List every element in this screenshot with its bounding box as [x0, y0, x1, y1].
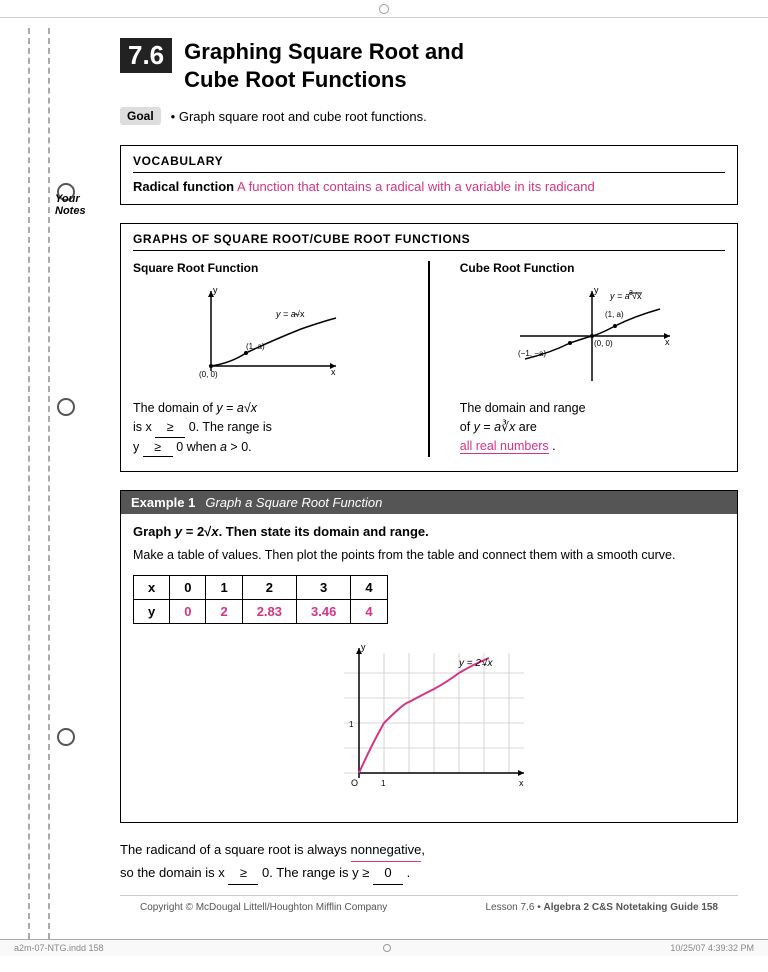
svg-text:y = 2: y = 2	[458, 658, 481, 669]
graphs-content: Square Root Function y	[133, 261, 725, 457]
section-title: Graphing Square Root and Cube Root Funct…	[184, 38, 464, 93]
bottom-bar-right: 10/25/07 4:39:32 PM	[670, 943, 754, 953]
cube-root-svg: y x (0, 0) (−1, −a) (1, a)	[510, 281, 675, 391]
vocab-title: VOCABULARY	[133, 154, 725, 173]
example1-title: Graph a Square Root Function	[205, 495, 382, 510]
footer-right: Lesson 7.6 • Algebra 2 C&S Notetaking Gu…	[486, 902, 719, 913]
top-center-dot	[379, 4, 389, 14]
circle-marker-2	[57, 398, 75, 416]
example1-problem: Graph y = 2√x. Then state its domain and…	[133, 524, 725, 539]
bottom-bar: a2m-07-NTG.indd 158 10/25/07 4:39:32 PM	[0, 939, 768, 956]
table-header-x: x	[134, 575, 170, 599]
svg-text:x: x	[665, 337, 670, 347]
sq-domain-blank: ≥	[155, 418, 185, 438]
svg-text:y = a: y = a	[609, 291, 630, 301]
cube-root-graph: y x (0, 0) (−1, −a) (1, a)	[460, 281, 725, 391]
svg-text:O: O	[351, 778, 358, 788]
svg-text:(0, 0): (0, 0)	[594, 339, 613, 348]
table-header-4: 4	[351, 575, 387, 599]
footer: Copyright © McDougal Littell/Houghton Mi…	[120, 895, 738, 919]
vocab-term: Radical function	[133, 179, 234, 194]
dashed-line-left	[28, 28, 30, 939]
bottom-bar-dot	[383, 944, 391, 952]
page-wrapper: Your Notes 7.6 Graphing Square Root and …	[0, 0, 768, 972]
your-notes-label: Your Notes	[55, 193, 110, 217]
example1-header: Example 1 Graph a Square Root Function	[121, 491, 737, 514]
graphs-divider	[428, 261, 430, 457]
content-area: Your Notes 7.6 Graphing Square Root and …	[0, 18, 768, 939]
graphs-title: GRAPHS OF SQUARE ROOT/CUBE ROOT FUNCTION…	[133, 232, 725, 251]
main-content: 7.6 Graphing Square Root and Cube Root F…	[110, 28, 768, 939]
values-table: x 0 1 2 3 4 y 0	[133, 575, 388, 624]
svg-text:y: y	[213, 285, 218, 295]
table-header-1: 1	[206, 575, 242, 599]
domain-ineq-blank: ≥	[228, 862, 258, 885]
table-header-2: 2	[242, 575, 296, 599]
graphs-box: GRAPHS OF SQUARE ROOT/CUBE ROOT FUNCTION…	[120, 223, 738, 472]
svg-text:√x: √x	[482, 657, 493, 669]
goal-line: Goal • Graph square root and cube root f…	[120, 107, 738, 125]
vocab-definition: A function that contains a radical with …	[237, 179, 595, 194]
goal-text: • Graph square root and cube root functi…	[171, 109, 427, 124]
sq-range-blank: ≥	[143, 438, 173, 458]
example1-box: Example 1 Graph a Square Root Function G…	[120, 490, 738, 823]
square-root-label: Square Root Function	[133, 261, 398, 275]
table-header-3: 3	[297, 575, 351, 599]
nonnegative-blank: nonnegative	[351, 839, 422, 862]
cube-root-label: Cube Root Function	[460, 261, 725, 275]
table-val-3: 3.46	[297, 599, 351, 623]
table-val-4: 4	[351, 599, 387, 623]
copyright: Copyright © McDougal Littell/Houghton Mi…	[140, 902, 387, 913]
goal-badge: Goal	[120, 107, 161, 125]
vocab-entry: Radical function A function that contain…	[133, 179, 725, 194]
all-real-numbers: all real numbers	[460, 439, 549, 454]
section-number: 7.6	[120, 38, 172, 73]
square-root-section: Square Root Function y	[133, 261, 398, 457]
table-val-2: 2.83	[242, 599, 296, 623]
cube-root-description: The domain and range of y = a∛x are all …	[460, 399, 725, 455]
svg-text:x: x	[331, 367, 336, 377]
circle-marker-3	[57, 728, 75, 746]
svg-text:y = a: y = a	[275, 309, 296, 319]
example1-graph-svg: y x O 1 1	[329, 638, 529, 798]
bottom-bar-left: a2m-07-NTG.indd 158	[14, 943, 104, 953]
range-blank: 0	[373, 862, 403, 885]
example1-number: Example 1	[131, 495, 195, 510]
table-val-1: 2	[206, 599, 242, 623]
left-margin: Your Notes	[0, 28, 110, 939]
top-bar	[0, 0, 768, 18]
square-root-graph: y x (0, 0) (1, a) y = a	[133, 281, 398, 391]
vocabulary-box: VOCABULARY Radical function A function t…	[120, 145, 738, 205]
svg-text:1: 1	[381, 779, 386, 788]
table-val-0: 0	[170, 599, 206, 623]
svg-text:(1, a): (1, a)	[246, 342, 265, 351]
svg-text:1: 1	[349, 720, 354, 729]
svg-text:(1, a): (1, a)	[605, 310, 624, 319]
square-root-svg: y x (0, 0) (1, a) y = a	[191, 281, 341, 391]
svg-text:y: y	[361, 642, 366, 652]
bottom-text: The radicand of a square root is always …	[120, 839, 738, 885]
table-row-label: y	[134, 599, 170, 623]
svg-text:y: y	[594, 285, 599, 295]
square-root-description: The domain of y = a√x is x ≥ 0. The rang…	[133, 399, 398, 457]
svg-text:x: x	[519, 778, 524, 788]
example1-graph-container: y x O 1 1	[133, 638, 725, 798]
table-header-0: 0	[170, 575, 206, 599]
example1-instruction: Make a table of values. Then plot the po…	[133, 547, 725, 565]
dashed-line-right	[48, 28, 50, 939]
section-header: 7.6 Graphing Square Root and Cube Root F…	[120, 38, 738, 93]
svg-text:(0, 0): (0, 0)	[199, 370, 218, 379]
svg-text:√x: √x	[295, 309, 305, 319]
cube-root-section: Cube Root Function y	[460, 261, 725, 457]
example1-body: Graph y = 2√x. Then state its domain and…	[121, 514, 737, 822]
